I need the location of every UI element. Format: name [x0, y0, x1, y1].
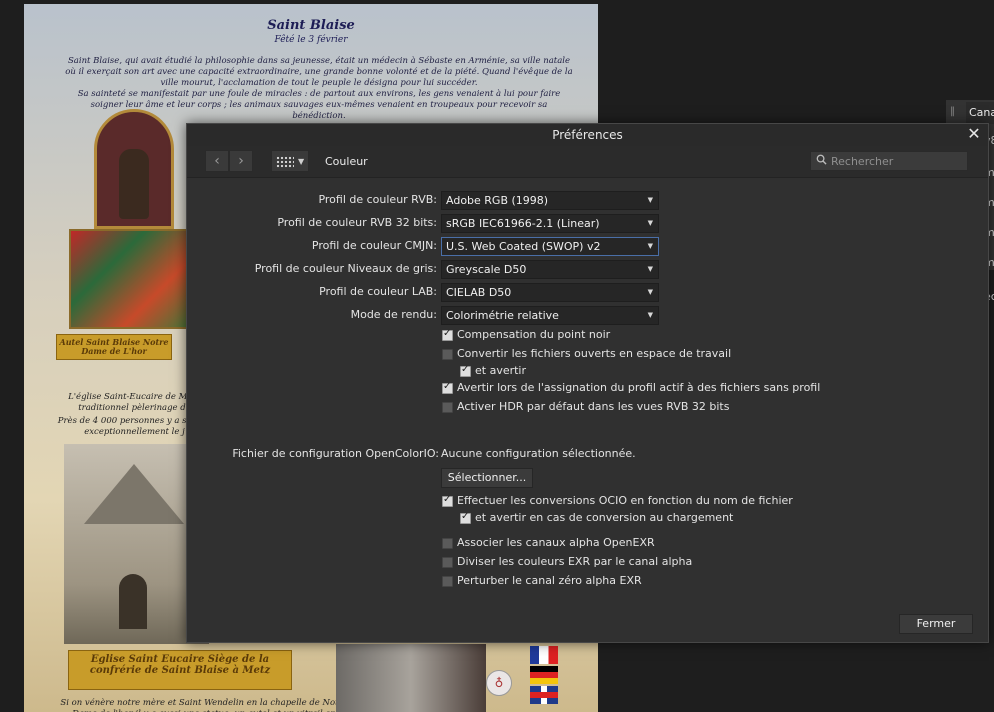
- exr-divide-alpha-label: Diviser les couleurs EXR par le canal al…: [457, 555, 693, 568]
- flag-germany-icon[interactable]: [530, 666, 558, 684]
- doc-subtitle: Fêté le 3 février: [274, 35, 348, 45]
- dropdown-arrow-icon: ▼: [647, 219, 653, 227]
- section-title: Couleur: [325, 155, 368, 168]
- dropdown-arrow-icon: ▼: [647, 288, 653, 296]
- rgb-profile-label: Profil de couleur RVB:: [318, 193, 437, 206]
- rendering-intent-select[interactable]: Colorimétrie relative ▼: [441, 306, 659, 325]
- ocio-filename-checkbox[interactable]: [442, 494, 453, 507]
- back-button[interactable]: ‹: [205, 150, 229, 172]
- rgb-profile-select[interactable]: Adobe RGB (1998) ▼: [441, 191, 659, 210]
- search-input[interactable]: [831, 153, 965, 169]
- grey-profile-value: Greyscale D50: [446, 263, 527, 276]
- convert-warn-checkbox[interactable]: [460, 364, 471, 377]
- forward-button[interactable]: ›: [229, 150, 253, 172]
- caret-down-icon: ▼: [298, 157, 305, 166]
- select-config-button[interactable]: Sélectionner...: [441, 468, 533, 488]
- panel-grip-icon[interactable]: ‖: [950, 106, 955, 117]
- confrerie-logo-icon[interactable]: ♁: [486, 670, 512, 696]
- ocio-filename-label: Effectuer les conversions OCIO en foncti…: [457, 494, 793, 507]
- openexr-alpha-label: Associer les canaux alpha OpenEXR: [457, 536, 655, 549]
- dropdown-arrow-icon: ▼: [647, 242, 653, 250]
- convert-working-space-checkbox[interactable]: [442, 349, 453, 360]
- lab-profile-label: Profil de couleur LAB:: [319, 285, 437, 298]
- rendering-intent-label: Mode de rendu:: [350, 308, 437, 321]
- ocio-warn-checkbox[interactable]: [460, 511, 471, 524]
- dialog-title: Préférences: [187, 124, 988, 146]
- dialog-toolbar: ‹ › ▼ Couleur: [187, 146, 988, 178]
- chevron-left-icon: ‹: [214, 153, 220, 169]
- flag-france-icon[interactable]: [530, 646, 558, 664]
- close-dialog-button[interactable]: Fermer: [899, 614, 973, 634]
- cmyk-profile-label: Profil de couleur CMJN:: [311, 239, 437, 252]
- chevron-right-icon: ›: [238, 153, 244, 169]
- hdr-default-checkbox[interactable]: [442, 402, 453, 413]
- exr-zero-alpha-label: Perturber le canal zéro alpha EXR: [457, 574, 642, 587]
- dropdown-arrow-icon: ▼: [647, 311, 653, 319]
- assign-profile-warn-label: Avertir lors de l'assignation du profil …: [457, 381, 821, 394]
- grey-profile-label: Profil de couleur Niveaux de gris:: [254, 262, 437, 275]
- dropdown-arrow-icon: ▼: [647, 265, 653, 273]
- cmyk-profile-select[interactable]: U.S. Web Coated (SWOP) v2 ▼: [441, 237, 659, 256]
- search-field[interactable]: [810, 151, 968, 171]
- hdr-default-label: Activer HDR par défaut dans les vues RVB…: [457, 400, 730, 413]
- convert-warn-label: et avertir: [475, 364, 527, 377]
- altar-image: [64, 109, 204, 334]
- assign-profile-warn-checkbox[interactable]: [442, 381, 453, 394]
- flag-uk-icon[interactable]: [530, 686, 558, 704]
- doc-bottom-text: Si on vénère notre mère et Saint Wendeli…: [60, 698, 347, 712]
- bottom-banner: Eglise Saint Eucaire Siège de la confrér…: [68, 650, 292, 690]
- lab-profile-select[interactable]: CIELAB D50 ▼: [441, 283, 659, 302]
- altar-banner: Autel Saint Blaise Notre Dame de L'hor: [56, 334, 172, 360]
- exr-divide-alpha-checkbox[interactable]: [442, 557, 453, 568]
- rendering-intent-value: Colorimétrie relative: [446, 309, 559, 322]
- openexr-alpha-checkbox[interactable]: [442, 538, 453, 549]
- rgb32-profile-label: Profil de couleur RVB 32 bits:: [277, 216, 437, 229]
- convert-working-space-label: Convertir les fichiers ouverts en espace…: [457, 347, 732, 360]
- cmyk-profile-value: U.S. Web Coated (SWOP) v2: [446, 240, 601, 253]
- rgb32-profile-value: sRGB IEC61966-2.1 (Linear): [446, 217, 600, 230]
- ocio-config-value: Aucune configuration sélectionnée.: [441, 447, 636, 460]
- doc-paragraph-1: Saint Blaise, qui avait étudié la philos…: [65, 56, 573, 88]
- statue-photo: [336, 644, 486, 712]
- black-point-checkbox[interactable]: [442, 328, 453, 341]
- ocio-config-label: Fichier de configuration OpenColorIO:: [232, 447, 439, 460]
- rgb-profile-value: Adobe RGB (1998): [446, 194, 549, 207]
- close-icon[interactable]: ✕: [965, 124, 983, 144]
- lab-profile-value: CIELAB D50: [446, 286, 512, 299]
- sections-grid-button[interactable]: ▼: [271, 150, 309, 172]
- doc-title: Saint Blaise: [267, 18, 355, 33]
- grid-icon: [276, 156, 294, 168]
- panel-tab-channels[interactable]: Cana: [966, 102, 994, 124]
- search-icon: [816, 154, 827, 165]
- exr-zero-alpha-checkbox[interactable]: [442, 576, 453, 587]
- ocio-warn-label: et avertir en cas de conversion au charg…: [475, 511, 734, 524]
- dropdown-arrow-icon: ▼: [647, 196, 653, 204]
- black-point-label: Compensation du point noir: [457, 328, 611, 341]
- preferences-dialog: Préférences ‹ › ▼ Couleur Profil de coul…: [186, 123, 989, 643]
- rgb32-profile-select[interactable]: sRGB IEC61966-2.1 (Linear) ▼: [441, 214, 659, 233]
- grey-profile-select[interactable]: Greyscale D50 ▼: [441, 260, 659, 279]
